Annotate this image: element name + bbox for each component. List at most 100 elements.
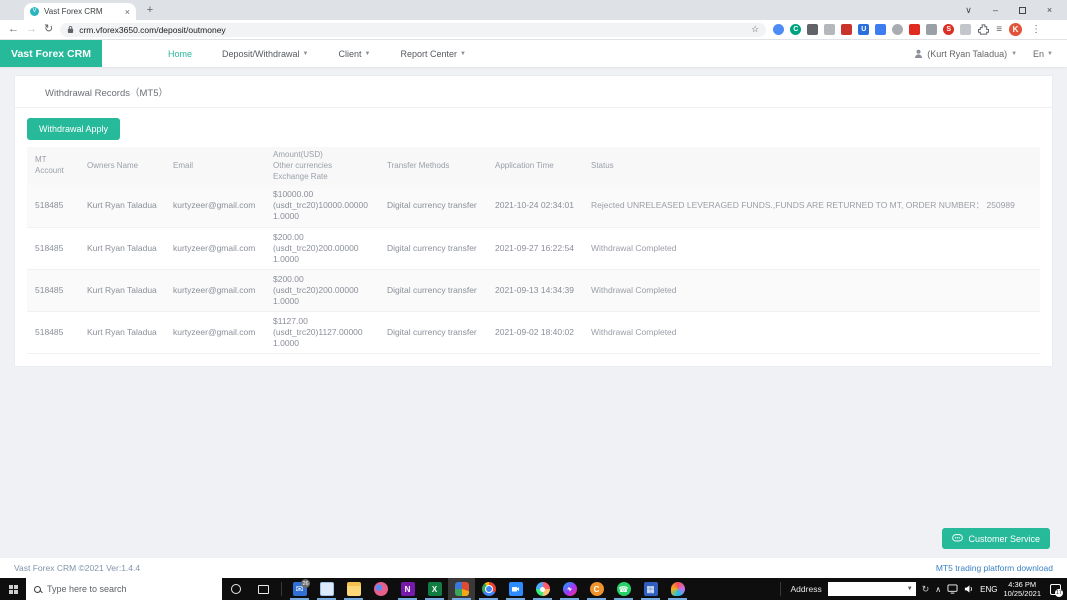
table-row[interactable]: 518485Kurt Ryan Taladuakurtyzeer@gmail.c… [27,185,1040,227]
column-header: MT Account [27,147,79,185]
cell-application-time: 2021-10-24 02:34:01 [487,185,583,227]
notification-badge: 17 [1055,589,1063,597]
site-header: Vast Forex CRM Home Deposit/Withdrawal▼ … [0,40,1067,67]
cell-owner-name: Kurt Ryan Taladua [79,311,165,353]
back-icon[interactable]: ← [8,24,19,35]
withdrawal-records-card: Withdrawal Records（MT5） Withdrawal Apply… [14,75,1053,367]
photos-icon[interactable] [367,578,394,600]
whatsapp-icon[interactable] [610,578,637,600]
brand-logo[interactable]: Vast Forex CRM [0,40,102,67]
nav-deposit-withdrawal[interactable]: Deposit/Withdrawal▼ [222,49,308,59]
file-explorer-icon[interactable] [340,578,367,600]
browser-tab[interactable]: V Vast Forex CRM × [24,3,136,20]
user-area: (Kurt Ryan Taladua) ▼ En ▼ [914,49,1067,59]
table-row[interactable]: 518485Kurt Ryan Taladuakurtyzeer@gmail.c… [27,311,1040,353]
table-wrapper: MT AccountOwners NameEmailAmount(USD)Oth… [15,147,1052,366]
ext-key-icon[interactable] [926,24,937,35]
cell-amount: $10000.00(usdt_trc20)10000.000001.0000 [265,185,379,227]
ext-green-c-icon[interactable]: C [790,24,801,35]
minimize-button[interactable]: – [982,0,1009,20]
cell-application-time: 2021-09-27 16:22:54 [487,227,583,269]
ext-pencil-icon[interactable] [875,24,886,35]
zoom-icon [509,582,523,596]
ext-gray-bottle-icon[interactable] [824,24,835,35]
ext-red-square-icon[interactable] [841,24,852,35]
task-view-icon[interactable] [258,585,269,594]
tab-close-icon[interactable]: × [125,7,130,17]
start-button[interactable] [0,578,26,600]
excel-icon[interactable]: X [421,578,448,600]
ext-dark-square-icon[interactable] [807,24,818,35]
column-header: Email [165,147,265,185]
taskbar-apps: ✉26 NX C [286,578,691,600]
new-tab-button[interactable]: + [142,4,158,18]
withdrawal-apply-button[interactable]: Withdrawal Apply [27,118,120,140]
language-menu[interactable]: En ▼ [1033,49,1053,59]
taskbar-clock[interactable]: 4:36 PM 10/25/2021 [1003,580,1041,599]
bookmark-star-icon[interactable]: ☆ [751,24,759,35]
profile-avatar[interactable]: K [1009,23,1022,36]
taskbar-divider [281,582,282,596]
language-indicator[interactable]: ENG [980,585,997,594]
nav-client[interactable]: Client▼ [339,49,371,59]
excel-icon: X [428,582,442,596]
close-button[interactable]: × [1036,0,1063,20]
speaker-icon[interactable] [964,584,974,594]
sticky-notes-icon[interactable] [313,578,340,600]
taskbar-search-input[interactable]: Type here to search [26,578,222,600]
window-controls: ∨ – × [955,0,1063,20]
caret-down-icon: ▼ [365,51,371,57]
ext-gray-chip-icon[interactable] [960,24,971,35]
action-center-icon[interactable]: 17 [1050,584,1061,595]
cell-mt-account: 518485 [27,227,79,269]
display-icon[interactable] [947,584,958,594]
calculator-icon[interactable] [637,578,664,600]
ext-blue-circle-icon[interactable] [773,24,784,35]
extensions-puzzle-icon[interactable] [978,24,989,35]
chrome-icon[interactable] [475,578,502,600]
side-panel-icon[interactable]: ≡ [996,24,1002,35]
messenger-icon[interactable] [556,578,583,600]
edge-app-icon[interactable] [529,578,556,600]
search-placeholder: Type here to search [47,584,127,594]
show-hidden-icons-chevron[interactable]: ∧ [935,585,941,594]
onenote-icon[interactable]: N [394,578,421,600]
ext-red-play-icon[interactable] [909,24,920,35]
main-nav: Home Deposit/Withdrawal▼ Client▼ Report … [168,49,466,59]
table-row[interactable]: 518485Kurt Ryan Taladuakurtyzeer@gmail.c… [27,269,1040,311]
cell-owner-name: Kurt Ryan Taladua [79,185,165,227]
restore-button[interactable] [1009,0,1036,20]
cell-transfer-method: Digital currency transfer [379,269,487,311]
zoom-icon[interactable] [502,578,529,600]
copyright-link[interactable]: Vast Forex CRM ©2021 Ver:1.4.4 [14,563,140,573]
address-go-icon[interactable]: ↻ [922,584,930,595]
table-row[interactable]: 518485Kurt Ryan Taladuakurtyzeer@gmail.c… [27,227,1040,269]
browser-menu-icon[interactable]: ⋮ [1029,24,1043,35]
file-explorer-icon [347,582,361,596]
forward-icon[interactable]: → [26,24,37,35]
mt5-download-link[interactable]: MT5 trading platform download [936,563,1053,573]
tab-search-chevron-icon[interactable]: ∨ [955,0,982,20]
ext-red-s-icon[interactable]: S [943,24,954,35]
search-icon [34,586,41,593]
tab-favicon-icon: V [30,7,39,16]
cell-mt-account: 518485 [27,269,79,311]
active-browser-icon[interactable] [448,578,475,600]
cortana-icon[interactable] [231,584,241,594]
ext-blue-u-icon[interactable]: U [858,24,869,35]
customer-service-button[interactable]: Customer Service [942,528,1050,549]
nav-home[interactable]: Home [168,49,192,59]
cell-transfer-method: Digital currency transfer [379,311,487,353]
page-title: Withdrawal Records（MT5） [15,76,1052,108]
nav-report-center[interactable]: Report Center▼ [400,49,465,59]
lock-icon [67,25,74,34]
mail-icon[interactable]: ✉26 [286,578,313,600]
coinmarketcap-icon[interactable]: C [583,578,610,600]
user-menu[interactable]: (Kurt Ryan Taladua) ▼ [914,49,1017,59]
address-bar[interactable]: crm.vforex3650.com/deposit/outmoney ☆ [60,23,766,37]
address-toolbar-input[interactable]: ▼ [828,582,916,596]
withdrawal-table: MT AccountOwners NameEmailAmount(USD)Oth… [27,147,1040,354]
ext-gray-circle-icon[interactable] [892,24,903,35]
paint3d-icon[interactable] [664,578,691,600]
reload-icon[interactable]: ↻ [44,24,53,35]
